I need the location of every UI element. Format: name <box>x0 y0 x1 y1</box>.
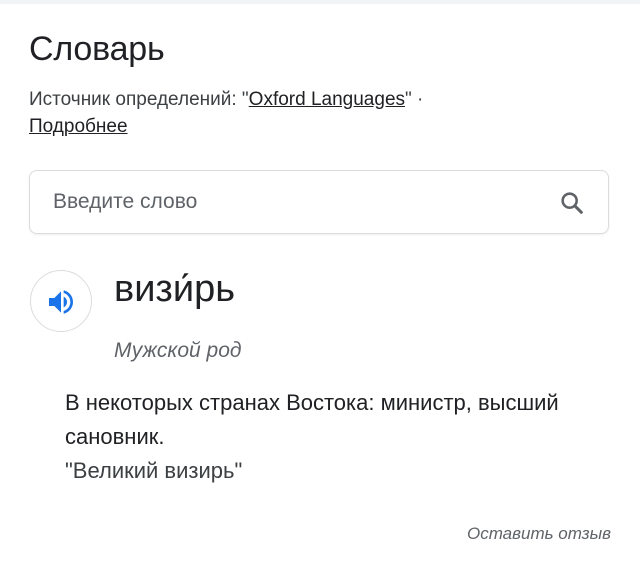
part-of-speech: Мужской род <box>114 339 242 362</box>
more-link[interactable]: Подробнее <box>29 116 128 137</box>
search-icon[interactable] <box>558 189 586 217</box>
example-text: "Великий визирь" <box>65 458 243 483</box>
top-divider <box>0 0 640 4</box>
source-prefix: Источник определений: " <box>29 89 249 110</box>
headword: визи́рь <box>114 268 235 310</box>
page-title: Словарь <box>29 30 165 68</box>
search-placeholder: Введите слово <box>53 190 198 213</box>
oxford-languages-link[interactable]: Oxford Languages <box>249 89 405 110</box>
definition-text: В некоторых странах Востока: министр, вы… <box>65 390 559 449</box>
source-line: Источник определений: "Oxford Languages"… <box>29 86 589 140</box>
feedback-link[interactable]: Оставить отзыв <box>467 524 611 544</box>
pronounce-button[interactable] <box>30 270 92 332</box>
speaker-icon <box>49 290 73 314</box>
source-suffix: " · <box>405 89 424 110</box>
word-search-field[interactable]: Введите слово <box>29 170 609 234</box>
